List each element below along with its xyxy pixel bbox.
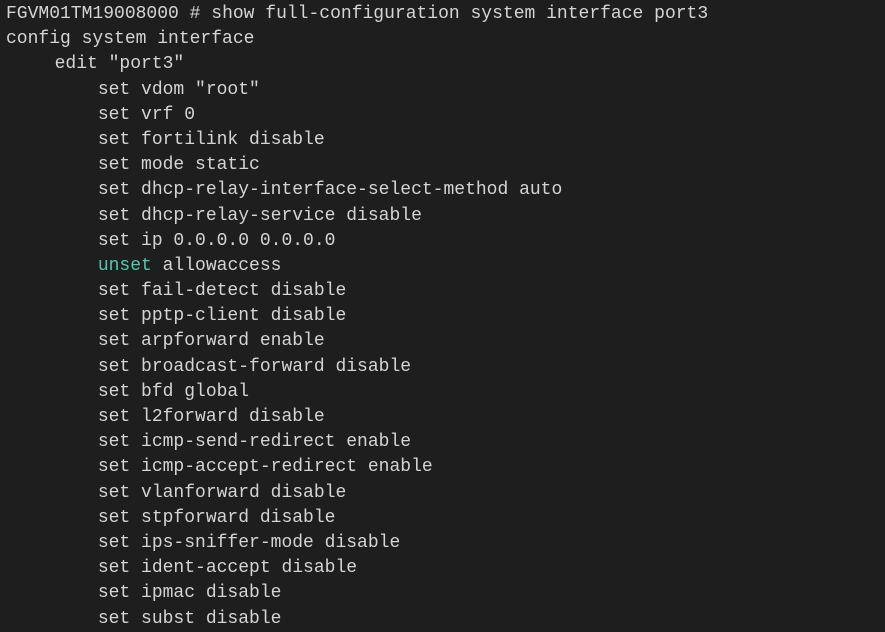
prompt-line: FGVM01TM19008000 # show full-configurati… xyxy=(6,2,879,27)
config-line: set icmp-accept-redirect enable xyxy=(6,455,879,480)
config-line: set mode static xyxy=(6,153,879,178)
config-line: set icmp-send-redirect enable xyxy=(6,430,879,455)
config-line: set ident-accept disable xyxy=(6,556,879,581)
config-value: allowaccess xyxy=(152,256,282,276)
config-line: unset allowaccess xyxy=(6,254,879,279)
prompt-hash-symbol: # xyxy=(190,4,201,24)
config-header: config system interface xyxy=(6,27,879,52)
config-line: set bfd global xyxy=(6,380,879,405)
config-line: set stpforward disable xyxy=(6,506,879,531)
config-line: set vdom "root" xyxy=(6,78,879,103)
config-line: set dhcp-relay-service disable xyxy=(6,204,879,229)
command-text: show full-configuration system interface… xyxy=(211,4,708,24)
config-line: set subst disable xyxy=(6,607,879,632)
config-line: set ipmac disable xyxy=(6,581,879,606)
config-line: set vlanforward disable xyxy=(6,481,879,506)
config-line: set fail-detect disable xyxy=(6,279,879,304)
config-line: set fortilink disable xyxy=(6,128,879,153)
unset-keyword: unset xyxy=(98,256,152,276)
config-line: set vrf 0 xyxy=(6,103,879,128)
config-line: set arpforward enable xyxy=(6,329,879,354)
config-line: set l2forward disable xyxy=(6,405,879,430)
config-line: set ip 0.0.0.0 0.0.0.0 xyxy=(6,229,879,254)
hostname: FGVM01TM19008000 xyxy=(6,4,179,24)
config-line: set pptp-client disable xyxy=(6,304,879,329)
config-output-block: set vdom "root"set vrf 0set fortilink di… xyxy=(6,78,879,632)
config-line: set dhcp-relay-interface-select-method a… xyxy=(6,178,879,203)
config-line: set broadcast-forward disable xyxy=(6,355,879,380)
config-line: set ips-sniffer-mode disable xyxy=(6,531,879,556)
edit-line: edit "port3" xyxy=(6,52,879,77)
